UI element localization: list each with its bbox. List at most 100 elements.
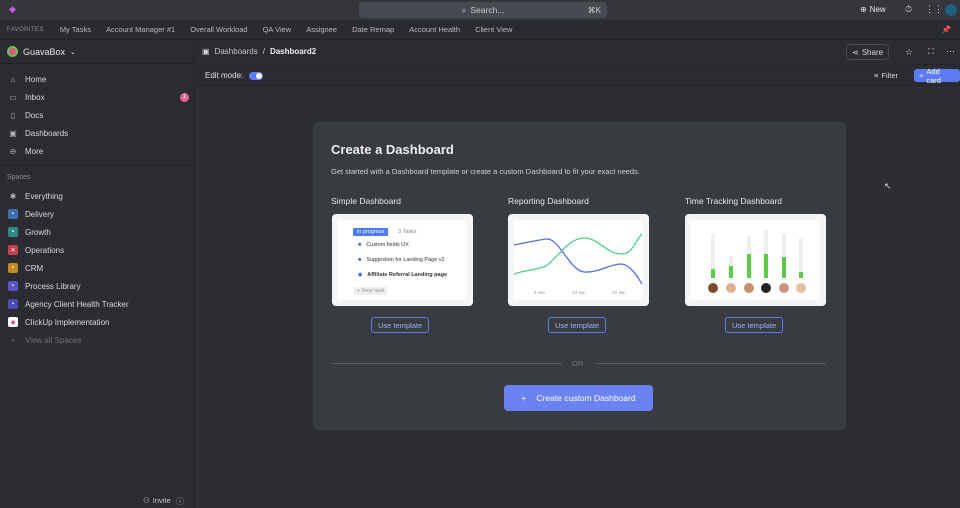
space-clickup-implementation[interactable]: ◆ ClickUp Implementation bbox=[8, 317, 186, 327]
home-icon: ⌂ bbox=[10, 74, 16, 84]
task-diamond-icon: ◆ bbox=[358, 272, 363, 278]
space-delivery[interactable]: ▪ Delivery bbox=[8, 209, 186, 219]
space-operations[interactable]: ✕ Operations bbox=[8, 245, 186, 255]
user-plus-icon: ⚇ bbox=[143, 496, 150, 505]
create-custom-dashboard-button[interactable]: + Create custom Dashboard bbox=[504, 385, 653, 411]
dashboard-icon: ▣ bbox=[202, 47, 210, 56]
line-chart-preview: 6 Jan 13 Jan 20 Jan bbox=[513, 233, 643, 295]
use-template-simple-button[interactable]: Use template bbox=[371, 317, 430, 333]
new-task-pill: + New task bbox=[354, 287, 388, 295]
divider bbox=[596, 363, 826, 364]
use-template-time-tracking-button[interactable]: Use template bbox=[725, 317, 784, 333]
favorites-bar: FAVORITES My Tasks Account Manager #1 Ov… bbox=[0, 20, 960, 40]
fullscreen-icon[interactable]: ⛶ bbox=[928, 47, 934, 57]
or-label: OR bbox=[572, 359, 584, 368]
favorites-label: FAVORITES bbox=[7, 26, 44, 33]
timer-icon[interactable]: ⏱ bbox=[905, 4, 912, 15]
sidebar-item-dashboards[interactable]: ▣ Dashboards bbox=[8, 128, 186, 138]
breadcrumb: ▣ Dashboards / Dashboard2 bbox=[202, 47, 317, 56]
time-tracking-dashboard-preview[interactable] bbox=[685, 214, 826, 306]
book-icon: ▪ bbox=[8, 281, 18, 291]
sidebar-item-docs[interactable]: ▯ Docs bbox=[8, 110, 186, 120]
filter-icon: ≡ bbox=[874, 71, 879, 80]
edit-mode-toggle[interactable] bbox=[249, 71, 264, 80]
edit-mode-label: Edit mode: bbox=[205, 71, 244, 80]
task-square-icon: ■ bbox=[358, 257, 362, 263]
x-label: 20 Jan bbox=[612, 290, 626, 295]
clickup-logo-icon[interactable]: ◆ bbox=[9, 4, 16, 15]
favorite-item[interactable]: Overall Workload bbox=[190, 25, 247, 34]
add-card-button[interactable]: + Add card bbox=[914, 67, 960, 85]
favorite-item[interactable]: QA View bbox=[263, 25, 292, 34]
favorite-item[interactable]: Account Health bbox=[409, 25, 460, 34]
x-label: 13 Jan bbox=[572, 290, 586, 295]
space-crm[interactable]: ▪ CRM bbox=[8, 263, 186, 273]
green-line bbox=[513, 233, 643, 275]
plus-icon: + bbox=[10, 335, 16, 345]
create-title: Create a Dashboard bbox=[331, 142, 454, 157]
sidebar-item-more[interactable]: ⊖ More bbox=[8, 146, 186, 156]
chat-icon: ▪ bbox=[8, 263, 18, 273]
sidebar-item-inbox[interactable]: ▭ Inbox 1 bbox=[8, 92, 189, 102]
task-square-icon: ■ bbox=[358, 242, 362, 248]
favorite-my-tasks[interactable]: My Tasks bbox=[60, 25, 91, 34]
chart-icon: ▪ bbox=[8, 299, 18, 309]
invite-button[interactable]: ⚇ Invite bbox=[143, 496, 171, 505]
dashboard-icon: ▣ bbox=[9, 128, 17, 138]
share-button[interactable]: ⋖ Share bbox=[846, 44, 890, 60]
time-bars-preview bbox=[708, 230, 806, 293]
plus-icon: + bbox=[521, 393, 527, 403]
favorite-item[interactable]: Client View bbox=[475, 25, 512, 34]
plus-icon: + bbox=[919, 71, 924, 80]
favorite-item[interactable]: Date Remap bbox=[352, 25, 394, 34]
everything-icon: ✱ bbox=[9, 191, 17, 201]
status-pill: in progress bbox=[353, 228, 389, 236]
simple-dashboard-preview[interactable]: in progress 3 Tasks ■ Custom fields UX ■ S… bbox=[332, 214, 473, 306]
avatar-row bbox=[708, 283, 806, 293]
more-icon: ⊖ bbox=[9, 146, 17, 156]
template-title-simple: Simple Dashboard bbox=[331, 196, 401, 206]
time-bars bbox=[711, 230, 803, 278]
search-shortcut: ⌘K bbox=[587, 5, 601, 15]
avatar[interactable] bbox=[945, 4, 957, 16]
space-growth[interactable]: ▪ Growth bbox=[8, 227, 186, 237]
space-everything[interactable]: ✱ Everything bbox=[8, 191, 186, 201]
clickup-icon: ◆ bbox=[8, 317, 18, 327]
space-agency-client-health-tracker[interactable]: ▪ Agency Client Health Tracker bbox=[8, 299, 186, 309]
star-icon[interactable]: ☆ bbox=[905, 47, 913, 58]
favorite-item[interactable]: Assignee bbox=[306, 25, 337, 34]
filter-button[interactable]: ≡ Filter bbox=[874, 71, 898, 80]
search-icon: ⌕ bbox=[461, 4, 467, 15]
breadcrumb-dashboards[interactable]: Dashboards bbox=[215, 47, 258, 56]
help-icon[interactable]: ⓘ bbox=[176, 496, 184, 507]
chevron-down-icon: ⌄ bbox=[70, 48, 76, 56]
sidebar-item-home[interactable]: ⌂ Home bbox=[8, 74, 186, 84]
pin-icon[interactable]: 📌 bbox=[942, 25, 951, 34]
workspace-switcher[interactable]: GuavaBox ⌄ bbox=[7, 46, 76, 57]
chart-icon: ▪ bbox=[8, 227, 18, 237]
use-template-reporting-button[interactable]: Use template bbox=[548, 317, 607, 333]
tools-icon: ✕ bbox=[8, 245, 18, 255]
search-input[interactable]: ⌕ Search... ⌘K bbox=[359, 2, 607, 18]
spaces-label: Spaces bbox=[7, 174, 31, 181]
more-options-icon[interactable]: ⋯ bbox=[946, 46, 955, 57]
create-subtitle: Get started with a Dashboard template or… bbox=[331, 167, 640, 176]
inbox-icon: ▭ bbox=[9, 92, 17, 102]
truck-icon: ▪ bbox=[8, 209, 18, 219]
template-title-time-tracking: Time Tracking Dashboard bbox=[685, 196, 783, 206]
favorite-item[interactable]: Account Manager #1 bbox=[106, 25, 175, 34]
reporting-dashboard-preview[interactable]: 6 Jan 13 Jan 20 Jan bbox=[508, 214, 649, 306]
inbox-badge: 1 bbox=[180, 92, 189, 102]
page-title: Dashboard2 bbox=[269, 47, 317, 56]
doc-icon: ▯ bbox=[10, 110, 16, 120]
blue-line bbox=[513, 238, 643, 285]
divider bbox=[332, 363, 562, 364]
page-header: ▣ Dashboards / Dashboard2 ⋖ Share ☆ ⛶ ⋯ bbox=[196, 40, 960, 65]
view-all-spaces[interactable]: + View all Spaces bbox=[8, 335, 186, 345]
space-process-library[interactable]: ▪ Process Library bbox=[8, 281, 186, 291]
new-button[interactable]: ⊕ New bbox=[860, 5, 886, 14]
plus-circle-icon: ⊕ bbox=[860, 5, 867, 14]
top-bar: ◆ ⌕ Search... ⌘K ⊕ New ⏱ ⋮⋮ bbox=[0, 0, 960, 20]
apps-grid-icon[interactable]: ⋮⋮ bbox=[925, 4, 943, 15]
template-title-reporting: Reporting Dashboard bbox=[508, 196, 589, 206]
